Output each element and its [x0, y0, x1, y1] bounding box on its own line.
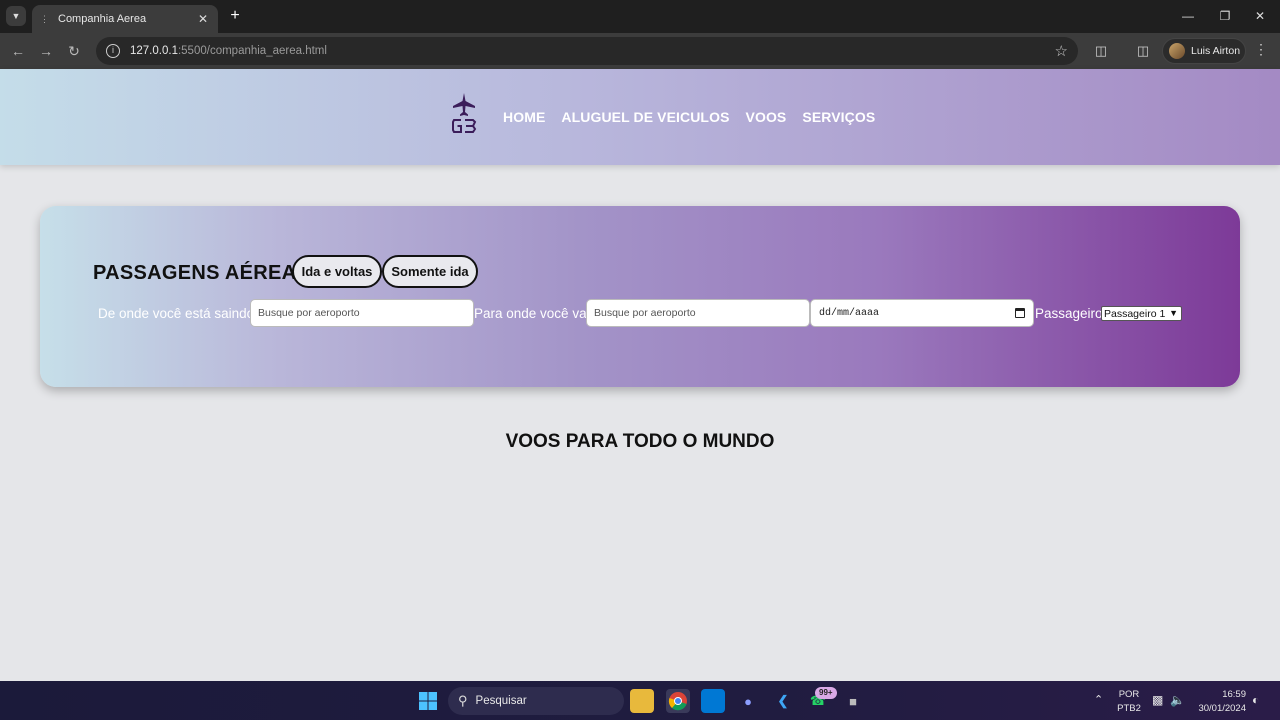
language-line1[interactable]: POR — [1114, 689, 1144, 700]
nav-home[interactable]: HOME — [503, 109, 545, 125]
chevron-up-icon[interactable]: ⌃ — [1094, 693, 1103, 706]
minimize-icon[interactable]: — — [1178, 7, 1198, 25]
side-panel-icon[interactable]: ◫ — [1134, 42, 1152, 60]
clock-date[interactable]: 30/01/2024 — [1192, 703, 1246, 714]
passengers-label: Passageiros — [1035, 306, 1110, 321]
site-header: HOME ALUGUEL DE VEICULOS VOOS SERVIÇOS — [0, 69, 1280, 165]
page-content: HOME ALUGUEL DE VEICULOS VOOS SERVIÇOS P… — [0, 69, 1280, 681]
destination-input[interactable] — [586, 299, 810, 327]
flight-search-card: PASSAGENS AÉREAS Ida e voltas Somente id… — [40, 206, 1240, 387]
browser-tabstrip: ▼ ⋮ Companhia Aerea ✕ + — ❐ ✕ — [0, 0, 1280, 33]
taskbar-search[interactable]: ⚲ Pesquisar — [448, 687, 624, 715]
profile-name: Luis Airton — [1191, 45, 1241, 57]
taskbar: ⚲ Pesquisar ● ❮ ☎ ■ ⌃ POR PTB2 ▩ 🔈 16:59… — [0, 681, 1280, 720]
reload-icon[interactable]: ↻ — [64, 41, 84, 61]
browser-toolbar: ← → ↻ i 127.0.0.1:5500/companhia_aerea.h… — [0, 33, 1280, 69]
one-way-button[interactable]: Somente ida — [382, 255, 478, 288]
airline-logo-icon[interactable] — [450, 91, 478, 137]
back-icon[interactable]: ← — [8, 41, 28, 61]
vscode-icon[interactable]: ❮ — [771, 689, 795, 713]
url-path: :5500/companhia_aerea.html — [177, 45, 327, 57]
calendar-icon[interactable] — [1015, 308, 1025, 318]
browser-menu-icon[interactable]: ⋮ — [1254, 41, 1268, 58]
origin-label: De onde você está saindo? — [98, 306, 262, 321]
file-explorer-icon[interactable] — [630, 689, 654, 713]
url-host: 127.0.0.1 — [130, 45, 178, 57]
date-input[interactable]: dd/mm/aaaa — [810, 299, 1034, 327]
profile-button[interactable]: Luis Airton — [1162, 38, 1246, 64]
chrome-icon[interactable] — [666, 689, 690, 713]
address-bar[interactable]: i 127.0.0.1:5500/companhia_aerea.html ☆ — [96, 37, 1078, 65]
notifications-icon[interactable]: ◐ — [1252, 693, 1259, 707]
destination-label: Para onde você vai? — [474, 306, 598, 321]
restore-icon[interactable]: ❐ — [1215, 7, 1235, 25]
bookmark-star-icon[interactable]: ☆ — [1055, 42, 1068, 60]
page-favicon-icon: ⋮ — [40, 14, 49, 24]
tab-search-button[interactable]: ▼ — [6, 6, 26, 26]
origin-input[interactable] — [250, 299, 474, 327]
notification-badge: 99+ — [815, 687, 837, 699]
nav-voos[interactable]: VOOS — [746, 109, 787, 125]
windows-start-icon[interactable] — [416, 689, 440, 713]
tab-title: Companhia Aerea — [58, 13, 147, 25]
chevron-down-icon: ▼ — [1169, 308, 1178, 318]
search-title: PASSAGENS AÉREAS — [93, 262, 311, 284]
discord-icon[interactable]: ● — [736, 689, 760, 713]
chevron-down-icon: ▼ — [11, 11, 21, 21]
language-line2[interactable]: PTB2 — [1114, 703, 1144, 714]
passengers-selected: Passageiro 1 — [1104, 307, 1166, 320]
close-tab-icon[interactable]: ✕ — [196, 12, 210, 26]
round-trip-button[interactable]: Ida e voltas — [292, 255, 382, 288]
volume-icon[interactable]: 🔈 — [1170, 693, 1185, 707]
new-tab-button[interactable]: + — [226, 6, 244, 26]
site-info-icon[interactable]: i — [106, 44, 120, 58]
forward-icon[interactable]: → — [36, 41, 56, 61]
app-icon[interactable]: ■ — [841, 689, 865, 713]
store-icon[interactable] — [701, 689, 725, 713]
browser-tab[interactable]: ⋮ Companhia Aerea ✕ — [32, 5, 218, 33]
date-value: dd/mm/aaaa — [819, 307, 880, 319]
network-icon[interactable]: ▩ — [1152, 693, 1163, 707]
search-icon: ⚲ — [458, 693, 468, 708]
main-nav: HOME ALUGUEL DE VEICULOS VOOS SERVIÇOS — [503, 109, 875, 125]
nav-servicos[interactable]: SERVIÇOS — [802, 109, 875, 125]
extensions-icon[interactable]: ◫ — [1092, 42, 1110, 60]
clock-time[interactable]: 16:59 — [1196, 689, 1246, 700]
close-window-icon[interactable]: ✕ — [1250, 7, 1270, 25]
nav-aluguel-de-veiculos[interactable]: ALUGUEL DE VEICULOS — [561, 109, 729, 125]
passengers-select[interactable]: Passageiro 1 ▼ — [1101, 306, 1182, 321]
avatar — [1169, 43, 1185, 59]
section-title: VOOS PARA TODO O MUNDO — [505, 431, 775, 452]
taskbar-search-text: Pesquisar — [475, 695, 527, 707]
